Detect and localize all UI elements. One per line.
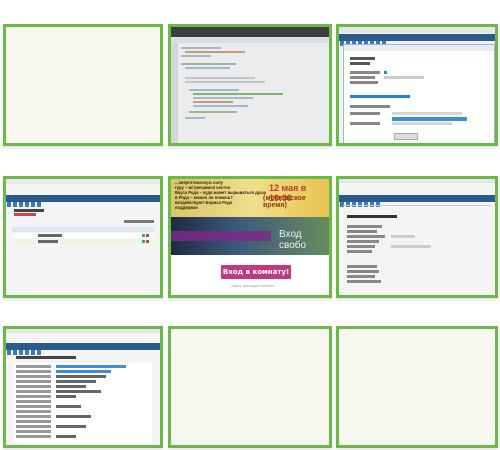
editor-toolbar <box>171 27 329 37</box>
thumbnail-tile-7[interactable] <box>3 326 163 448</box>
top-nav <box>6 343 160 355</box>
editor-tabs <box>171 37 329 43</box>
editor-gutter <box>171 43 178 143</box>
detail-table-screenshot <box>6 329 160 445</box>
headline-line: поддержки <box>175 205 198 210</box>
purple-stripe <box>171 231 271 241</box>
thumbnail-tile-3[interactable] <box>336 24 498 146</box>
promo-banner-screenshot: ...энергетическую силу гуру – встречаемс… <box>171 179 329 295</box>
code-editor-screenshot <box>171 27 329 143</box>
top-nav <box>6 195 160 207</box>
settings-dialog <box>343 44 495 143</box>
thumbnail-tile-2[interactable] <box>168 24 332 146</box>
event-date-sub: (московское время) <box>263 195 306 209</box>
thumbnail-tile-1[interactable] <box>3 24 163 146</box>
banner-caption: Запись трансляции тренинга <box>231 284 274 288</box>
thumbnail-tile-9[interactable] <box>336 326 498 448</box>
overlay-text: Вход свобо <box>279 229 307 251</box>
settings-form-screenshot <box>339 179 495 295</box>
thumbnail-tile-8[interactable] <box>168 326 332 448</box>
top-nav <box>339 195 495 207</box>
thumbnail-tile-5[interactable]: ...энергетическую силу гуру – встречаемс… <box>168 176 332 298</box>
thumbnail-tile-4[interactable] <box>3 176 163 298</box>
settings-dialog-screenshot <box>339 27 495 143</box>
thumbnail-tile-6[interactable] <box>336 176 498 298</box>
admin-table-screenshot <box>6 179 160 295</box>
top-nav <box>339 34 495 46</box>
enter-room-button[interactable]: Вход в комнату! <box>221 265 291 279</box>
